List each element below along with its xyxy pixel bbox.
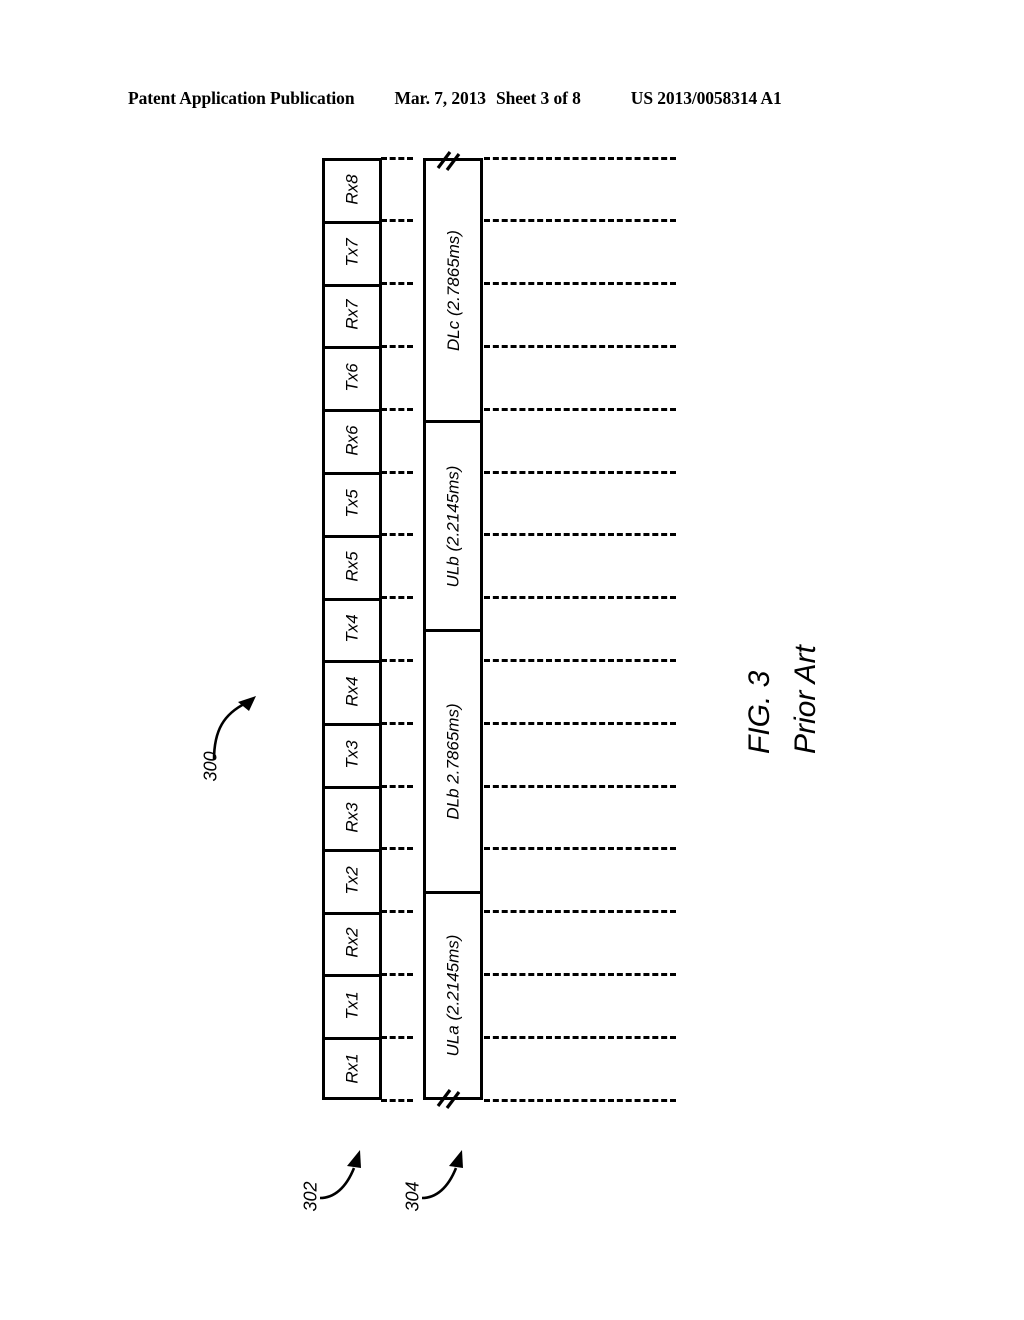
- gridline: [484, 533, 676, 537]
- gridline: [381, 972, 413, 976]
- gridline: [381, 1098, 413, 1102]
- burst-label: DLb 2.7865ms): [443, 703, 463, 820]
- slot-divider: [325, 723, 379, 727]
- gridline: [484, 972, 676, 976]
- gridline: [381, 470, 413, 474]
- gridline: [381, 407, 413, 411]
- slot-cell: Rx5: [325, 534, 379, 598]
- slot-divider: [325, 911, 379, 915]
- gridline: [484, 596, 676, 600]
- gridline: [381, 847, 413, 851]
- gridline: [381, 784, 413, 788]
- gridline: [381, 156, 413, 160]
- figure-caption-prior-art: Prior Art: [789, 645, 822, 754]
- slot-cell: Rx6: [325, 409, 379, 472]
- gridline: [484, 344, 676, 348]
- slot-label: Rx5: [342, 551, 362, 582]
- figure-caption-number: FIG. 3: [743, 670, 776, 754]
- gridline: [484, 847, 676, 851]
- burst-cell: ULa (2.2145ms): [423, 891, 483, 1100]
- slot-cell: Rx7: [325, 283, 379, 347]
- break-mark-bottom: [436, 1089, 461, 1109]
- break-mark-top: [436, 151, 461, 171]
- slot-cell: Tx4: [325, 597, 379, 661]
- slot-label: Tx2: [342, 866, 362, 895]
- gridline: [484, 470, 676, 474]
- gridline: [484, 784, 676, 788]
- slot-divider: [325, 409, 379, 413]
- slot-divider: [325, 1037, 379, 1041]
- slot-divider: [325, 660, 379, 664]
- gridline: [484, 407, 676, 411]
- gridline: [381, 344, 413, 348]
- figure-caption: FIG. 3 Prior Art: [703, 588, 863, 758]
- leader-line-304: [421, 1150, 463, 1200]
- slot-divider: [325, 786, 379, 789]
- slot-label: Tx3: [342, 740, 362, 769]
- gridline: [381, 721, 413, 725]
- slot-divider: [325, 597, 379, 601]
- gridline: [381, 282, 413, 286]
- gridline: [484, 1098, 676, 1102]
- slot-cell: Tx3: [325, 723, 379, 786]
- slot-label: Rx4: [342, 676, 362, 707]
- figure-300: Rx8 Tx7 Rx7 Tx6 Rx6 Tx5 Rx5 Tx4 Rx4 Tx3 Rx3 Tx2 Rx2 T…: [0, 0, 1024, 1320]
- slot-label: Rx1: [342, 1053, 362, 1084]
- gridline: [484, 910, 676, 914]
- slot-label: Rx8: [342, 174, 362, 205]
- gridline: [381, 596, 413, 600]
- slot-label: Tx6: [342, 363, 362, 392]
- slot-cell: Tx5: [325, 472, 379, 535]
- slot-label: Rx6: [342, 425, 362, 456]
- slot-cell: Rx8: [325, 158, 379, 221]
- slot-divider: [325, 220, 379, 224]
- slot-cell: Rx4: [325, 660, 379, 723]
- slot-label: Rx2: [342, 927, 362, 959]
- slot-divider: [325, 534, 379, 538]
- burst-cell: DLb 2.7865ms): [423, 629, 483, 892]
- slot-cell: Rx2: [325, 911, 379, 975]
- gridline: [381, 1035, 413, 1039]
- slot-divider: [325, 283, 379, 287]
- slot-label: Tx4: [342, 614, 362, 644]
- burst-label: DLc (2.7865ms): [443, 230, 463, 352]
- gridline: [484, 658, 676, 662]
- burst-cell: ULb (2.2145ms): [423, 420, 483, 629]
- slot-column: Rx8 Tx7 Rx7 Tx6 Rx6 Tx5 Rx5 Tx4 Rx4 Tx3 Rx3 Tx2 Rx2 T…: [322, 158, 382, 1100]
- slot-label: Rx7: [342, 299, 362, 331]
- slot-divider: [325, 848, 379, 852]
- slot-cell: Rx1: [325, 1037, 379, 1100]
- slot-cell: Tx2: [325, 848, 379, 912]
- slot-cell: Rx3: [325, 786, 379, 849]
- burst-label: ULb (2.2145ms): [443, 465, 463, 588]
- burst-label: ULa (2.2145ms): [443, 934, 463, 1057]
- slot-cell: Tx1: [325, 974, 379, 1037]
- gridline: [381, 658, 413, 662]
- burst-column: DLc (2.7865ms) ULb (2.2145ms) DLb 2.7865ms…: [423, 158, 483, 1100]
- leader-line-302: [319, 1150, 361, 1200]
- gridline: [484, 1035, 676, 1039]
- gridline: [484, 156, 676, 160]
- slot-label: Rx3: [342, 802, 362, 833]
- slot-label: Tx1: [342, 991, 362, 1020]
- leader-line-300: [212, 696, 256, 761]
- slot-divider: [325, 472, 379, 475]
- slot-cell: Tx6: [325, 346, 379, 409]
- gridline: [381, 533, 413, 537]
- gridline: [484, 282, 676, 286]
- gridline: [381, 910, 413, 914]
- burst-cell: DLc (2.7865ms): [423, 158, 483, 421]
- gridline: [484, 219, 676, 223]
- gridline: [381, 219, 413, 223]
- slot-label: Tx5: [342, 489, 362, 518]
- slot-divider: [325, 346, 379, 350]
- slot-label: Tx7: [342, 238, 362, 267]
- slot-cell: Tx7: [325, 220, 379, 284]
- slot-divider: [325, 974, 379, 978]
- gridline: [484, 721, 676, 725]
